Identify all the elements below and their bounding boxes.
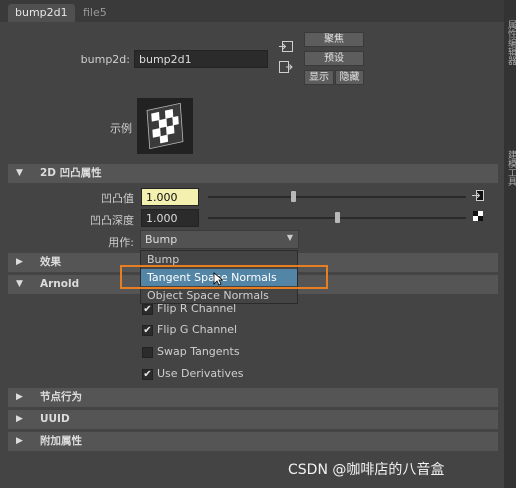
use-as-selected-value: Bump xyxy=(145,233,178,246)
use-derivatives-checkbox[interactable]: ✔ xyxy=(142,369,153,380)
checker-map-icon[interactable] xyxy=(473,211,483,221)
section-title: 效果 xyxy=(40,256,61,268)
section-uuid[interactable]: ▶ UUID xyxy=(8,410,498,429)
expand-arrow-icon: ▶ xyxy=(16,392,23,402)
section-title: 2D 凹凸属性 xyxy=(40,167,102,179)
node-name-field[interactable]: bump2d1 xyxy=(134,50,268,68)
bump-value-slider-thumb[interactable] xyxy=(291,191,297,202)
node-type-label: bump2d: xyxy=(80,53,130,66)
tab-file5[interactable]: file5 xyxy=(76,4,114,22)
use-as-select[interactable]: Bump ▼ xyxy=(140,230,299,249)
annotation-highlight-box xyxy=(120,265,328,289)
expand-arrow-icon: ▶ xyxy=(16,436,23,446)
focus-button[interactable]: 聚焦 xyxy=(304,32,364,47)
swap-tangents-label: Swap Tangents xyxy=(157,345,240,358)
watermark-text: CSDN @咖啡店的八音盒 xyxy=(288,462,445,478)
section-title: UUID xyxy=(40,413,70,425)
swap-tangents-checkbox[interactable] xyxy=(142,347,153,358)
section-title: Arnold xyxy=(40,278,80,290)
chevron-down-icon: ▼ xyxy=(286,233,293,242)
hide-button[interactable]: 隐藏 xyxy=(335,70,364,85)
collapse-arrow-icon: ▼ xyxy=(16,168,23,178)
side-tab-1[interactable]: 属性编辑器 xyxy=(505,20,516,80)
section-title: 节点行为 xyxy=(40,391,82,403)
sample-swatch xyxy=(137,98,193,154)
use-as-label: 用作: xyxy=(108,236,134,249)
section-extra-attrs[interactable]: ▶ 附加属性 xyxy=(8,432,498,451)
bump-value-label: 凹凸值 xyxy=(101,192,134,205)
bump-depth-slider-thumb[interactable] xyxy=(335,212,340,223)
flip-g-label: Flip G Channel xyxy=(157,323,238,336)
expand-arrow-icon: ▶ xyxy=(16,257,23,267)
tab-bump2d1[interactable]: bump2d1 xyxy=(8,4,75,22)
sample-label: 示例 xyxy=(110,122,132,135)
option-object-space-normals[interactable]: Object Space Normals xyxy=(141,287,297,304)
map-connect-icon[interactable] xyxy=(472,190,484,201)
presets-button[interactable]: 预设 xyxy=(304,51,364,66)
show-button[interactable]: 显示 xyxy=(304,70,334,85)
side-tab-2[interactable]: 建模工具 xyxy=(505,150,516,200)
use-derivatives-label: Use Derivatives xyxy=(157,367,244,380)
flip-g-checkbox[interactable]: ✔ xyxy=(142,325,153,336)
section-node-behavior[interactable]: ▶ 节点行为 xyxy=(8,388,498,407)
collapse-arrow-icon: ▼ xyxy=(16,279,23,289)
flip-r-checkbox[interactable]: ✔ xyxy=(142,304,153,315)
section-title: 附加属性 xyxy=(40,435,82,447)
bump-depth-field[interactable]: 1.000 xyxy=(141,209,199,227)
section-bump-attrs[interactable]: ▼ 2D 凹凸属性 xyxy=(8,164,498,183)
output-connection-icon[interactable] xyxy=(279,61,293,73)
bump-depth-label: 凹凸深度 xyxy=(90,214,134,227)
expand-arrow-icon: ▶ xyxy=(16,414,23,424)
input-connection-icon[interactable] xyxy=(279,41,293,52)
bump-value-field[interactable]: 1.000 xyxy=(141,188,199,206)
bump-value-slider-track[interactable] xyxy=(208,196,466,198)
